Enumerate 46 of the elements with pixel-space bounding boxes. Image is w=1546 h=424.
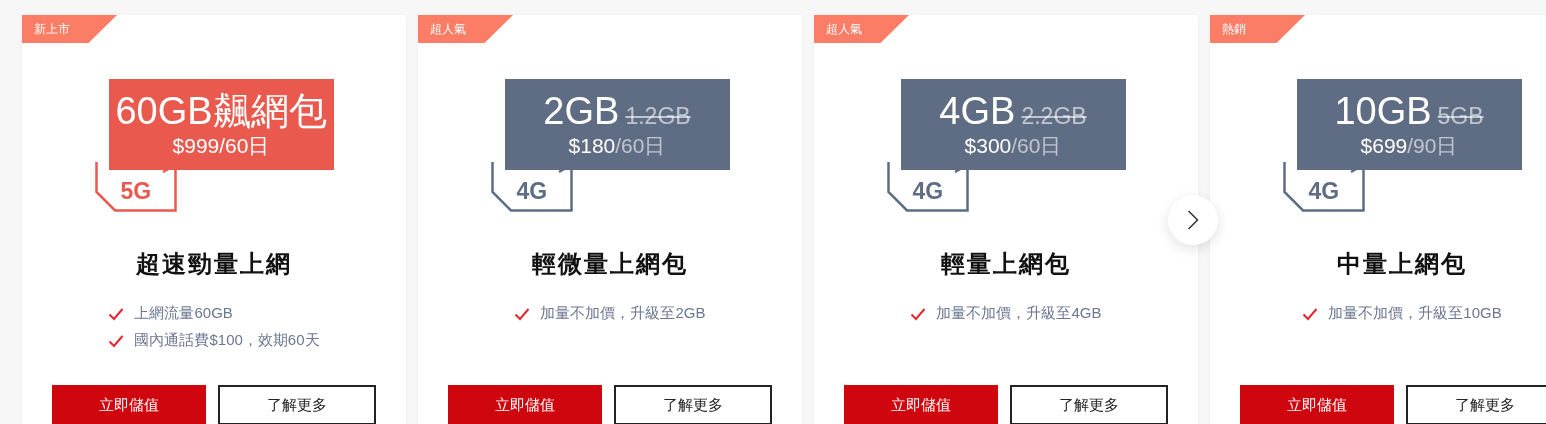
plan-badge: 超人氣 (418, 15, 513, 43)
data-amount: 4GB (939, 89, 1016, 133)
top-up-button[interactable]: 立即儲值 (1240, 385, 1394, 424)
check-icon (1302, 306, 1319, 321)
plan-badge: 新上市 (22, 15, 117, 43)
validity-period: /90日 (1407, 133, 1458, 159)
top-up-button[interactable]: 立即儲值 (448, 385, 602, 424)
plan-title: 輕量上網包 (941, 250, 1071, 278)
feature-text: 加量不加價，升級至2GB (540, 304, 706, 323)
old-data-amount: 1.2GB (625, 103, 691, 130)
price: $999 (172, 133, 220, 159)
data-amount: 60GB飆網包 (115, 89, 327, 133)
price: $300 (964, 133, 1012, 159)
validity-period: /60日 (1011, 133, 1062, 159)
plan-title: 超速勁量上網 (136, 250, 292, 278)
feature-text: 國內通話費$100，效期60天 (134, 331, 320, 350)
price: $699 (1360, 133, 1408, 159)
feature-text: 加量不加價，升級至10GB (1328, 304, 1502, 323)
check-icon (108, 306, 125, 321)
feature-text: 加量不加價，升級至4GB (936, 304, 1102, 323)
top-up-button[interactable]: 立即儲值 (844, 385, 998, 424)
learn-more-button[interactable]: 了解更多 (1010, 385, 1168, 424)
network-label: 4G (912, 177, 944, 205)
network-label: 5G (120, 177, 152, 205)
validity-period: /60日 (219, 133, 270, 159)
plan-badge: 熱銷 (1210, 15, 1305, 43)
price: $180 (568, 133, 616, 159)
validity-period: /60日 (615, 133, 666, 159)
plan-badge: 超人氣 (814, 15, 909, 43)
plan-title: 輕微量上網包 (532, 250, 688, 278)
learn-more-button[interactable]: 了解更多 (1406, 385, 1546, 424)
data-amount: 2GB (543, 89, 620, 133)
old-data-amount: 2.2GB (1021, 103, 1087, 130)
feature-text: 上網流量60GB (134, 304, 233, 323)
learn-more-button[interactable]: 了解更多 (614, 385, 772, 424)
network-label: 4G (1308, 177, 1340, 205)
network-label: 4G (516, 177, 548, 205)
data-amount: 10GB (1334, 89, 1432, 133)
old-data-amount: 5GB (1437, 103, 1484, 130)
check-icon (910, 306, 927, 321)
top-up-button[interactable]: 立即儲值 (52, 385, 206, 424)
chevron-right-icon (1187, 210, 1199, 230)
check-icon (514, 306, 531, 321)
learn-more-button[interactable]: 了解更多 (218, 385, 376, 424)
check-icon (108, 333, 125, 348)
plan-title: 中量上網包 (1337, 250, 1467, 278)
